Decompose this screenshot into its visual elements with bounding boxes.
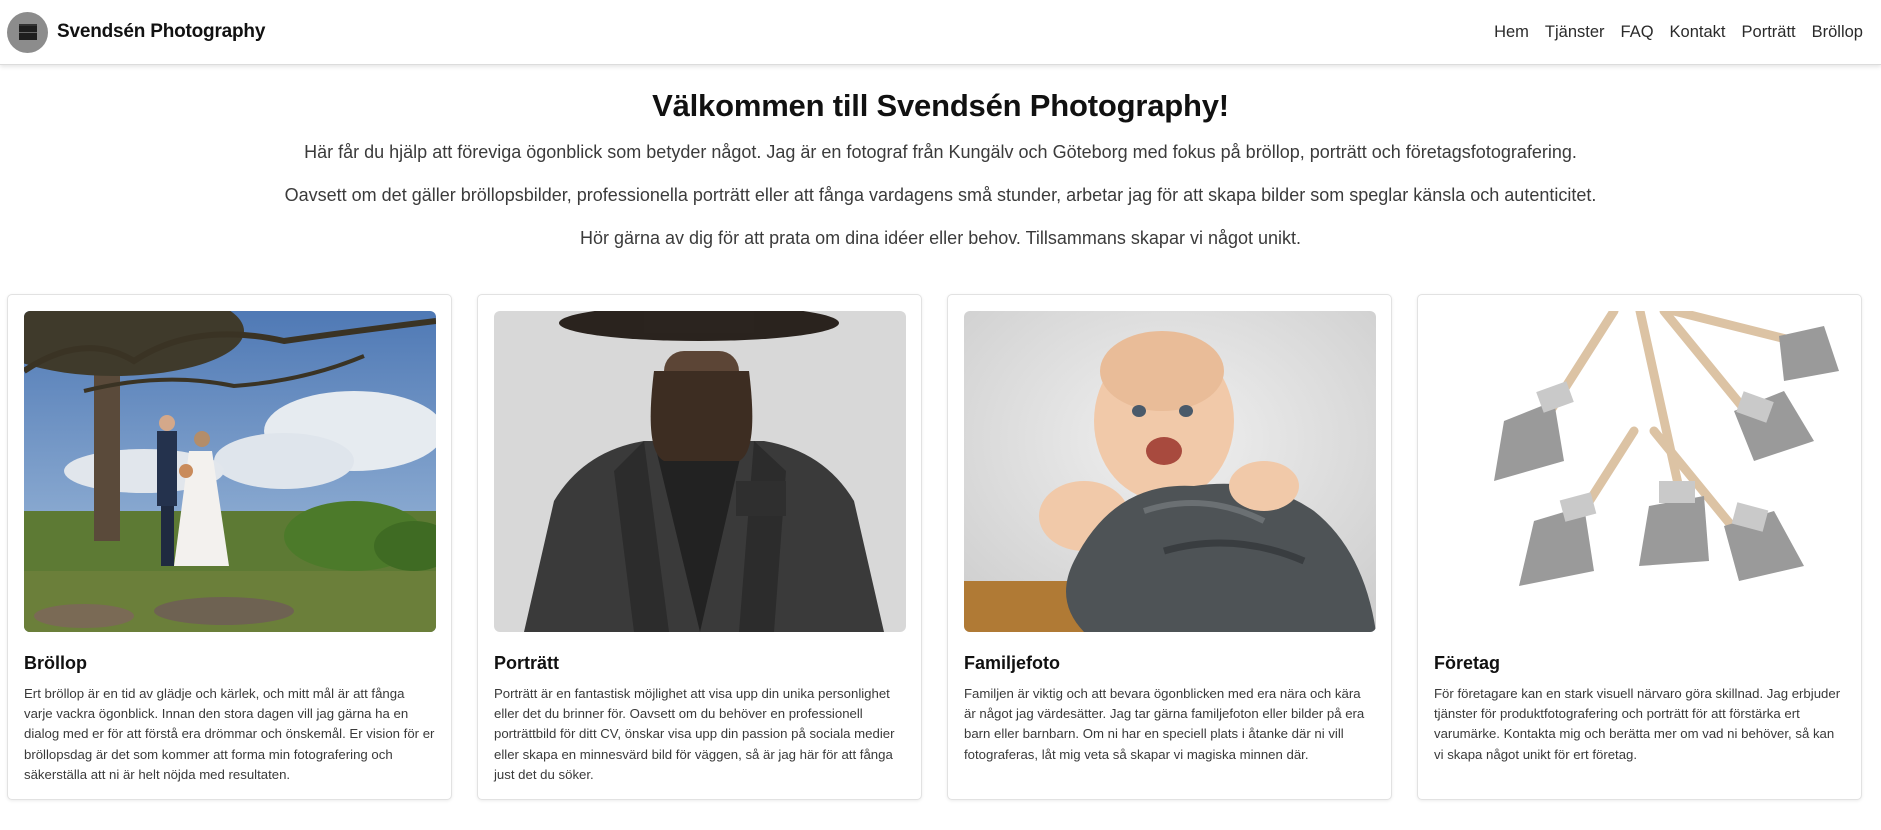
card-title: Bröllop	[24, 653, 87, 673]
intro-paragraph-1: Här får du hjälp att föreviga ögonblick …	[304, 142, 1577, 162]
service-card-portratt[interactable]: Porträtt Porträtt är en fantastisk möjli…	[477, 294, 922, 800]
brand[interactable]: Svendsén Photography	[7, 11, 265, 53]
intro-paragraph-2: Oavsett om det gäller bröllopsbilder, pr…	[284, 185, 1597, 205]
card-text: För företagare kan en stark visuell närv…	[1434, 686, 1841, 762]
card-title: Porträtt	[494, 653, 560, 673]
hero-section: Välkommen till Svendsén Photography! Här…	[0, 88, 1881, 272]
camera-logo-icon	[7, 11, 48, 53]
service-card-familjefoto[interactable]: Familjefoto Familjen är viktig och att b…	[947, 294, 1392, 800]
service-card-foretag[interactable]: Företag För företagare kan en stark visu…	[1417, 294, 1862, 800]
card-text: Familjen är viktig och att bevara ögonbl…	[964, 686, 1365, 762]
page-title: Välkommen till Svendsén Photography!	[652, 88, 1229, 123]
intro-paragraph-3: Hör gärna av dig för att prata om dina i…	[579, 228, 1302, 248]
nav-link-hem[interactable]: Hem	[1494, 23, 1529, 42]
wedding-photo	[24, 311, 436, 632]
nav-link-portratt[interactable]: Porträtt	[1742, 23, 1796, 42]
product-photo-brushes	[1434, 311, 1846, 632]
portrait-photo	[494, 311, 906, 632]
nav-link-tjanster[interactable]: Tjänster	[1545, 23, 1605, 42]
nav-link-kontakt[interactable]: Kontakt	[1670, 23, 1726, 42]
top-navbar: Svendsén Photography Hem Tjänster FAQ Ko…	[0, 0, 1881, 65]
baby-photo	[964, 311, 1376, 632]
service-card-brollop[interactable]: Bröllop Ert bröllop är en tid av glädje …	[7, 294, 452, 800]
nav-link-faq[interactable]: FAQ	[1621, 23, 1654, 42]
card-text: Ert bröllop är en tid av glädje och kärl…	[24, 686, 435, 782]
nav-link-brollop[interactable]: Bröllop	[1812, 23, 1863, 42]
brand-name[interactable]: Svendsén Photography	[57, 21, 265, 43]
card-title: Företag	[1434, 653, 1501, 673]
card-text: Porträtt är en fantastisk möjlighet att …	[494, 686, 895, 782]
card-title: Familjefoto	[964, 653, 1061, 673]
nav-links: Hem Tjänster FAQ Kontakt Porträtt Bröllo…	[1494, 23, 1863, 42]
service-cards: Bröllop Ert bröllop är en tid av glädje …	[7, 294, 1862, 800]
